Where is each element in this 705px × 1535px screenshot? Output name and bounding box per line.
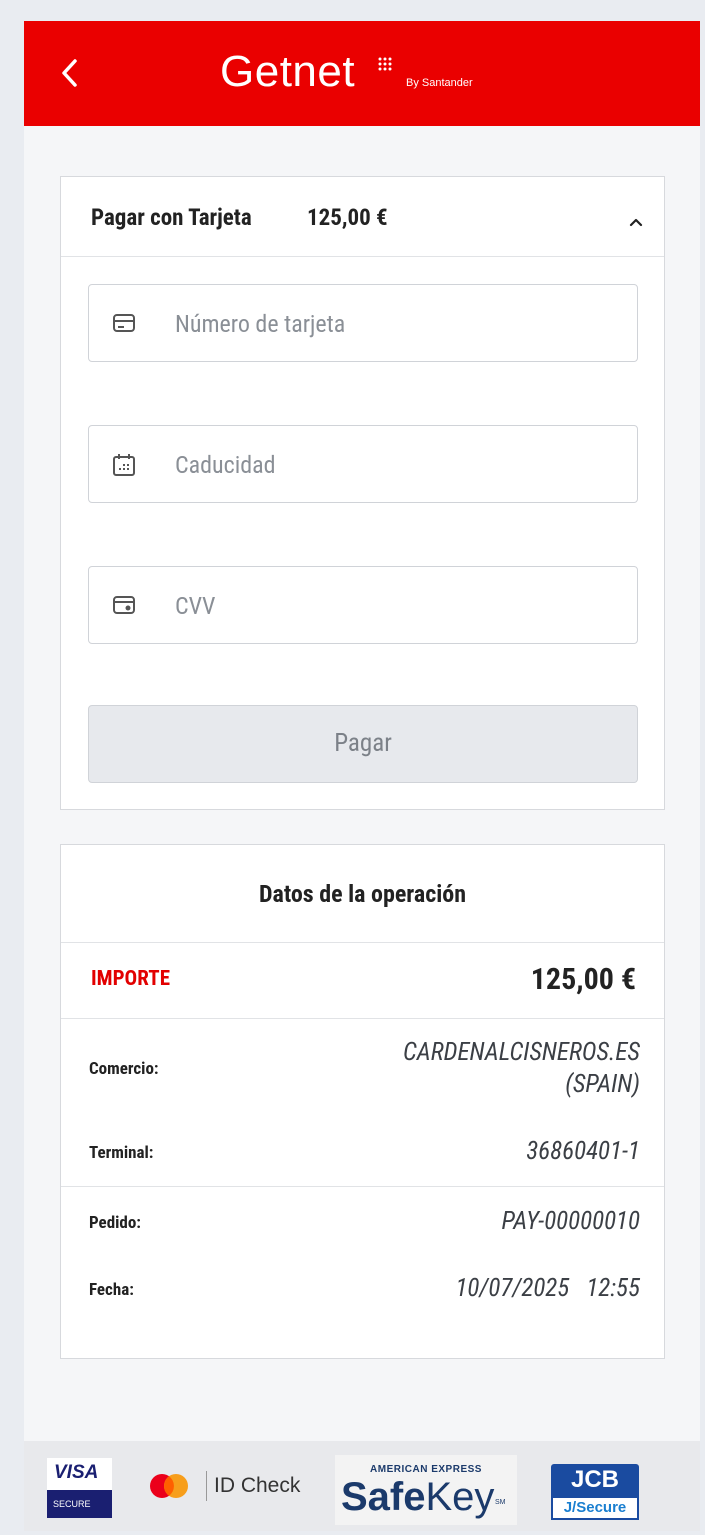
amex-safekey-text: SafeKey [341,1475,523,1520]
visa-secure-text: SECURE [47,1490,112,1518]
card-payment-panel: Pagar con Tarjeta 125,00 € Número de tar… [60,176,665,810]
amex-safe-text: Safe [341,1475,426,1519]
visa-secure-logo: VISA SECURE [47,1458,112,1518]
page-frame: Getnet By Santander Pagar con Tarjeta 12… [24,21,700,1531]
card-cvv-icon [113,596,135,614]
terminal-value: 36860401-1 [526,1137,640,1166]
back-button[interactable] [56,53,86,93]
jcb-bottom-text: J/Secure [551,1496,639,1520]
security-badges-footer: VISA SECURE ID Check AMERICAN EXPRESS Sa… [24,1441,700,1531]
amex-top-text: AMERICAN EXPRESS [370,1464,482,1475]
pedido-value: PAY-00000010 [501,1207,640,1236]
expiry-field[interactable]: Caducidad [88,425,638,503]
app-header: Getnet By Santander [24,21,700,126]
calendar-icon [113,454,135,476]
logo-text: Getnet [220,47,356,96]
pay-button[interactable]: Pagar [88,705,638,783]
expiry-placeholder: Caducidad [175,451,276,479]
logo-by-santander: By Santander [406,77,473,89]
terminal-label: Terminal: [89,1143,154,1163]
fecha-label: Fecha: [89,1280,134,1300]
card-payment-panel-header[interactable]: Pagar con Tarjeta 125,00 € [61,177,664,257]
visa-word: VISA [47,1458,112,1490]
mastercard-icon [150,1474,188,1498]
fecha-value: 10/07/2025 12:55 [455,1274,640,1303]
amex-sm-text: SM [495,1499,506,1506]
comercio-label: Comercio: [89,1059,159,1079]
operation-details-panel: Datos de la operación IMPORTE 125,00 € C… [60,844,665,1359]
comercio-value-line2: (SPAIN) [565,1070,640,1099]
jcb-top-text: JCB [551,1464,639,1496]
divider [61,1186,664,1187]
pedido-label: Pedido: [89,1213,141,1233]
amex-safekey-logo: AMERICAN EXPRESS SafeKey SM [335,1455,517,1525]
card-number-placeholder: Número de tarjeta [175,310,346,338]
panel-amount: 125,00 € [307,204,388,231]
mastercard-divider [206,1471,207,1501]
cvv-placeholder: CVV [175,592,216,620]
cvv-field[interactable]: CVV [88,566,638,644]
panel-title: Pagar con Tarjeta [91,204,252,231]
jcb-secure-logo: JCB J/Secure [551,1464,639,1520]
importe-value: 125,00 € [530,962,636,997]
logo-dots-icon [378,57,392,71]
mastercard-id-check-text: ID Check [214,1474,301,1497]
credit-card-icon [113,314,135,332]
importe-label: IMPORTE [91,967,170,991]
amex-key-text: Key [425,1475,495,1519]
comercio-value-line1: CARDENALCISNEROS.ES [403,1038,640,1067]
importe-row: IMPORTE 125,00 € [61,943,664,1019]
chevron-left-icon [62,59,77,87]
card-number-field[interactable]: Número de tarjeta [88,284,638,362]
chevron-up-icon[interactable] [628,217,644,227]
operation-title: Datos de la operación [61,845,664,943]
